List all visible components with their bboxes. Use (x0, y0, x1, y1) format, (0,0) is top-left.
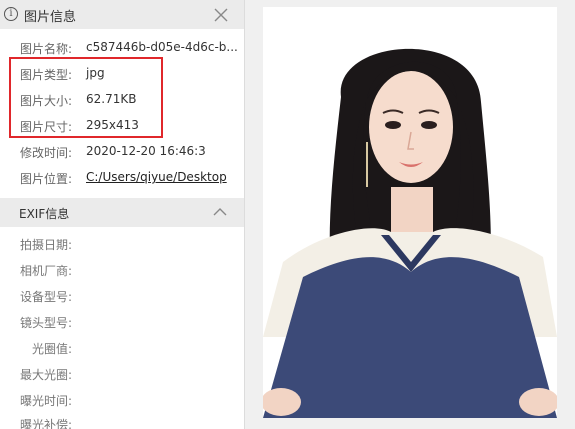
exif-title: EXIF信息 (19, 207, 70, 221)
panel-divider (244, 0, 245, 429)
portrait-illustration (263, 7, 557, 418)
modified-value: 2020-12-20 16:46:3 (86, 144, 206, 158)
location-label: 图片位置: (20, 172, 73, 186)
panel-title: 图片信息 (24, 10, 77, 25)
name-value: c587446b-d05e-4d6c-b... (86, 40, 238, 54)
image-info-panel: i 图片信息 图片名称: c587446b-d05e-4d6c-b... 图片类… (0, 0, 244, 429)
close-icon[interactable] (213, 7, 229, 23)
info-row-location: 图片位置: C:/Users/qiyue/Desktop (0, 168, 244, 188)
exif-shoot-date-label: 拍摄日期: (19, 238, 72, 252)
exif-max-aperture-label: 最大光圈: (19, 368, 72, 382)
exif-device-model-label: 设备型号: (19, 290, 72, 304)
chevron-up-icon[interactable] (212, 207, 228, 217)
info-panel-header: i 图片信息 (0, 0, 244, 29)
exif-aperture-label: 光圈值: (31, 342, 72, 356)
exif-lens-model-label: 镜头型号: (19, 316, 72, 330)
exif-camera-maker-label: 相机厂商: (19, 264, 72, 278)
info-row-name: 图片名称: c587446b-d05e-4d6c-b... (0, 38, 244, 58)
location-link[interactable]: C:/Users/qiyue/Desktop (86, 170, 227, 184)
exif-exposure-time-label: 曝光时间: (19, 394, 72, 408)
info-icon: i (4, 7, 18, 21)
modified-label: 修改时间: (20, 146, 73, 160)
highlight-box (9, 57, 163, 138)
exif-exposure-comp-label: 曝光补偿: (19, 418, 72, 429)
image-preview (263, 7, 557, 418)
info-row-modified: 修改时间: 2020-12-20 16:46:3 (0, 142, 244, 162)
name-label: 图片名称: (20, 42, 73, 56)
exif-section-header[interactable]: EXIF信息 (0, 198, 244, 227)
